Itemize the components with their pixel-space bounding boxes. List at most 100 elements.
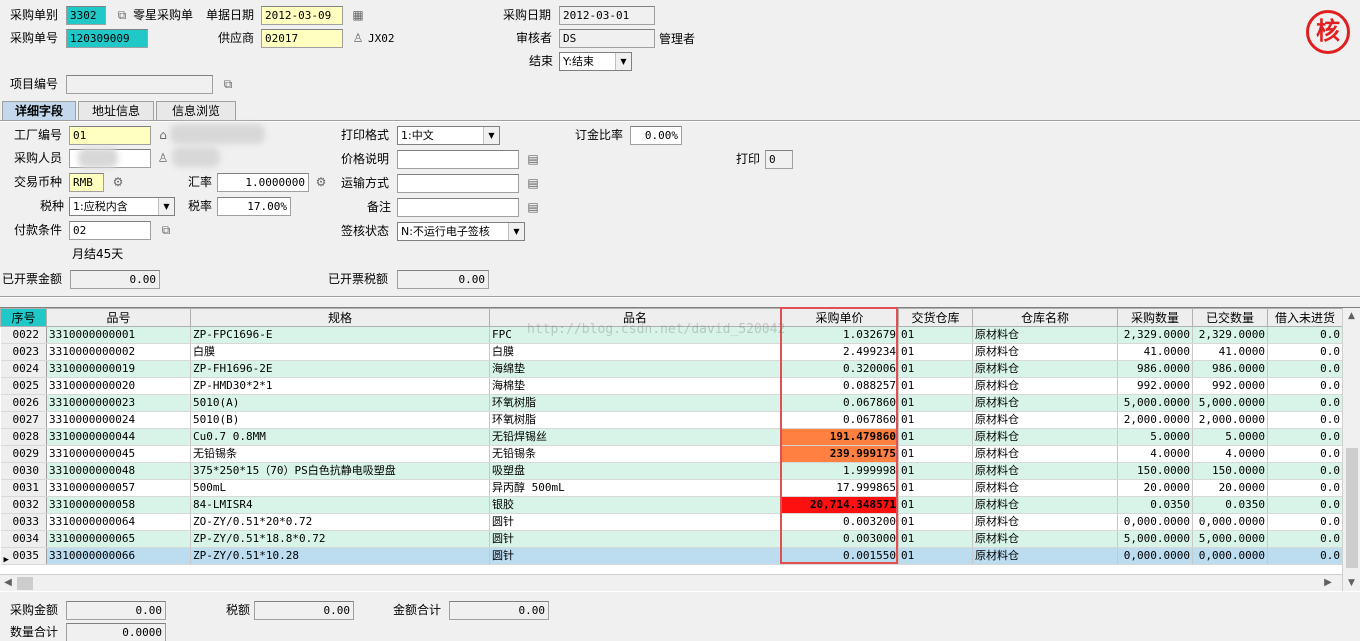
qty-cell[interactable]: 986.0000 [1117, 360, 1193, 378]
table-row[interactable]: 0025 3310000000020 ZP-HMD30*2*1 海棉垫 0.088257… [0, 377, 1343, 395]
qty-cell[interactable]: 0.0350 [1117, 496, 1193, 514]
item-name-cell[interactable]: 圆针 [489, 547, 781, 565]
warehouse-name-cell[interactable]: 原材料仓 [972, 547, 1118, 565]
table-row[interactable]: 0033 3310000000064 ZO-ZY/0.51*20*0.72 圆针 0.0… [0, 513, 1343, 531]
scroll-thumb[interactable] [17, 577, 33, 590]
item-no-cell[interactable]: 3310000000024 [46, 411, 191, 429]
reviewer-field[interactable]: DS [559, 29, 655, 48]
delivered-cell[interactable]: 41.0000 [1192, 343, 1268, 361]
item-name-cell[interactable]: 海绵垫 [489, 360, 781, 378]
row-number-cell[interactable]: 0032 [0, 496, 47, 514]
spec-cell[interactable]: Cu0.7 0.8MM [190, 428, 490, 446]
unit-price-cell[interactable]: 17.999865 [780, 479, 899, 497]
warehouse-name-cell[interactable]: 原材料仓 [972, 496, 1118, 514]
col-spec[interactable]: 规格 [190, 308, 490, 327]
item-no-cell[interactable]: 3310000000057 [46, 479, 191, 497]
borrowed-cell[interactable]: 0.0 [1267, 428, 1343, 446]
warehouse-cell[interactable]: 01 [898, 530, 973, 548]
item-no-cell[interactable]: 3310000000020 [46, 377, 191, 395]
invoiced-amount-field[interactable]: 0.00 [70, 270, 160, 289]
table-row[interactable]: 0027 3310000000024 5010(B) 环氧树脂 0.067860 01 原材… [0, 411, 1343, 429]
item-no-cell[interactable]: 3310000000048 [46, 462, 191, 480]
col-qty[interactable]: 采购数量 [1117, 308, 1193, 327]
unit-price-cell[interactable]: 20,714.348571 [780, 496, 899, 514]
delivered-cell[interactable]: 20.0000 [1192, 479, 1268, 497]
person-icon[interactable]: ♙ [350, 30, 366, 46]
warehouse-name-cell[interactable]: 原材料仓 [972, 411, 1118, 429]
unit-price-cell[interactable]: 0.088257 [780, 377, 899, 395]
item-name-cell[interactable]: 异丙醇 500mL [489, 479, 781, 497]
warehouse-cell[interactable]: 01 [898, 428, 973, 446]
gear-icon[interactable]: ⚙ [110, 174, 126, 190]
borrowed-cell[interactable]: 0.0 [1267, 445, 1343, 463]
row-number-cell[interactable]: 0034 [0, 530, 47, 548]
spec-cell[interactable]: ZP-ZY/0.51*18.8*0.72 [190, 530, 490, 548]
delivered-cell[interactable]: 986.0000 [1192, 360, 1268, 378]
unit-price-cell[interactable]: 1.032679 [780, 326, 899, 344]
row-number-cell[interactable]: 0028 [0, 428, 47, 446]
item-name-cell[interactable]: FPC [489, 326, 781, 344]
row-number-cell[interactable]: 0031 [0, 479, 47, 497]
borrowed-cell[interactable]: 0.0 [1267, 326, 1343, 344]
unit-price-cell[interactable]: 0.320006 [780, 360, 899, 378]
delivered-cell[interactable]: 2,000.0000 [1192, 411, 1268, 429]
unit-price-cell[interactable]: 0.067860 [780, 394, 899, 412]
col-unit-price[interactable]: 采购单价 [780, 308, 899, 327]
qty-cell[interactable]: 0,000.0000 [1117, 547, 1193, 565]
unit-price-cell[interactable]: 0.003200 [780, 513, 899, 531]
spec-cell[interactable]: 5010(A) [190, 394, 490, 412]
spec-cell[interactable]: ZO-ZY/0.51*20*0.72 [190, 513, 490, 531]
chevron-down-icon[interactable]: ▼ [615, 53, 631, 70]
total-field[interactable]: 0.00 [449, 601, 549, 620]
invoiced-tax-field[interactable]: 0.00 [397, 270, 489, 289]
table-row[interactable]: 0022 3310000000001 ZP-FPC1696-E FPC 1.032679… [0, 326, 1343, 344]
col-warehouse[interactable]: 交货仓库 [898, 308, 973, 327]
warehouse-cell[interactable]: 01 [898, 513, 973, 531]
item-no-cell[interactable]: 3310000000023 [46, 394, 191, 412]
order-no-field[interactable]: 120309009 [66, 29, 148, 48]
purchase-date-field[interactable]: 2012-03-01 [559, 6, 655, 25]
price-note-field[interactable] [397, 150, 519, 169]
warehouse-cell[interactable]: 01 [898, 496, 973, 514]
row-number-cell[interactable]: ▶ 0035 [0, 547, 47, 565]
unit-price-cell[interactable]: 0.001550 [780, 547, 899, 565]
warehouse-cell[interactable]: 01 [898, 343, 973, 361]
spec-cell[interactable]: 375*250*15（70）PS白色抗静电吸塑盘 [190, 462, 490, 480]
item-name-cell[interactable]: 无铅锡条 [489, 445, 781, 463]
deposit-ratio-field[interactable]: 0.00% [630, 126, 682, 145]
spec-cell[interactable]: 84-LMISR4 [190, 496, 490, 514]
warehouse-cell[interactable]: 01 [898, 547, 973, 565]
shipping-field[interactable] [397, 174, 519, 193]
item-name-cell[interactable]: 白膜 [489, 343, 781, 361]
table-row[interactable]: 0028 3310000000044 Cu0.7 0.8MM 无铅焊锡丝 191.479… [0, 428, 1343, 446]
table-row[interactable]: 0029 3310000000045 无铅锡条 无铅锡条 239.999175 01 原材料… [0, 445, 1343, 463]
item-name-cell[interactable]: 环氧树脂 [489, 394, 781, 412]
delivered-cell[interactable]: 5,000.0000 [1192, 394, 1268, 412]
table-row[interactable]: 0034 3310000000065 ZP-ZY/0.51*18.8*0.72 圆针 0… [0, 530, 1343, 548]
item-no-cell[interactable]: 3310000000001 [46, 326, 191, 344]
order-type-field[interactable]: 3302 [66, 6, 106, 25]
warehouse-name-cell[interactable]: 原材料仓 [972, 445, 1118, 463]
note-icon[interactable]: ▤ [525, 199, 541, 215]
borrowed-cell[interactable]: 0.0 [1267, 479, 1343, 497]
delivered-cell[interactable]: 0,000.0000 [1192, 513, 1268, 531]
tax-type-select[interactable]: 1:应税内含 ▼ [69, 197, 175, 216]
item-no-cell[interactable]: 3310000000065 [46, 530, 191, 548]
borrowed-cell[interactable]: 0.0 [1267, 377, 1343, 395]
table-row[interactable]: 0031 3310000000057 500mL 异丙醇 500mL 17.999865… [0, 479, 1343, 497]
qty-cell[interactable]: 150.0000 [1117, 462, 1193, 480]
spec-cell[interactable]: 无铅锡条 [190, 445, 490, 463]
person-icon[interactable]: ♙ [155, 150, 171, 166]
print-format-select[interactable]: 1:中文 ▼ [397, 126, 500, 145]
col-delivered[interactable]: 已交数量 [1192, 308, 1268, 327]
col-item-no[interactable]: 品号 [46, 308, 191, 327]
row-number-cell[interactable]: 0033 [0, 513, 47, 531]
warehouse-name-cell[interactable]: 原材料仓 [972, 394, 1118, 412]
unit-price-cell[interactable]: 0.067860 [780, 411, 899, 429]
delivered-cell[interactable]: 5,000.0000 [1192, 530, 1268, 548]
tab-details[interactable]: 详细字段 [2, 101, 76, 121]
warehouse-name-cell[interactable]: 原材料仓 [972, 479, 1118, 497]
item-name-cell[interactable]: 无铅焊锡丝 [489, 428, 781, 446]
print-count-field[interactable]: 0 [765, 150, 793, 169]
remark-field[interactable] [397, 198, 519, 217]
